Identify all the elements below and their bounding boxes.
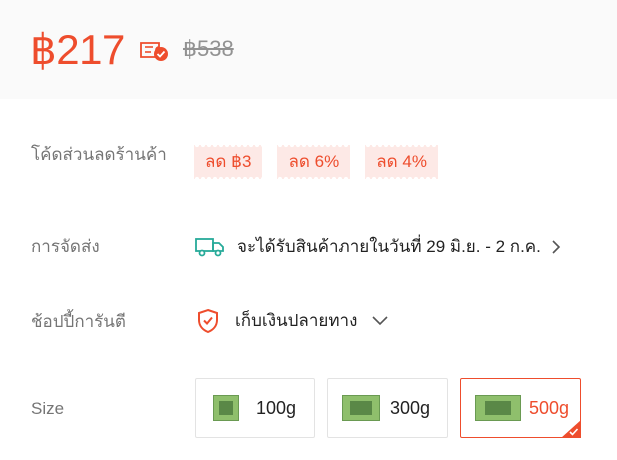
size-option-label: 300g [390, 397, 431, 418]
selected-check-icon [561, 420, 581, 438]
product-thumbnail [213, 395, 239, 421]
shipping-info[interactable]: จะได้รับสินค้าภายในวันที่ 29 มิ.ย. - 2 ก… [195, 233, 561, 260]
voucher-tag[interactable]: ลด 4% [365, 145, 438, 179]
coupon-check-icon [140, 42, 168, 61]
chevron-down-icon [372, 315, 388, 325]
product-thumbnail [342, 395, 380, 421]
current-price: ฿217 [30, 26, 125, 73]
size-option-300g[interactable]: 300g [327, 378, 448, 438]
size-option-500g[interactable]: 500g [460, 378, 581, 438]
original-price: ฿538 [183, 36, 234, 61]
size-option-100g[interactable]: 100g [195, 378, 315, 438]
chevron-right-icon [552, 239, 561, 254]
size-label: Size [31, 399, 65, 418]
guarantee-dropdown[interactable]: เก็บเงินปลายทาง [196, 307, 388, 334]
shield-check-icon [198, 308, 218, 333]
voucher-list: ลด ฿3 ลด 6% ลด 4% [194, 145, 438, 179]
shipping-label: การจัดส่ง [31, 237, 100, 256]
price-section: ฿217 ฿538 [0, 0, 617, 99]
size-option-label: 500g [529, 397, 570, 418]
shop-voucher-label: โค้ดส่วนลดร้านค้า [31, 145, 167, 164]
size-option-label: 100g [256, 397, 297, 418]
product-thumbnail [475, 395, 521, 421]
delivery-estimate: จะได้รับสินค้าภายในวันที่ 29 มิ.ย. - 2 ก… [237, 237, 541, 256]
voucher-tag[interactable]: ลด ฿3 [194, 145, 263, 179]
truck-icon [195, 237, 224, 256]
guarantee-option: เก็บเงินปลายทาง [235, 311, 358, 330]
voucher-tag[interactable]: ลด 6% [277, 145, 351, 179]
guarantee-label: ช้อปปี้การันตี [31, 312, 126, 331]
